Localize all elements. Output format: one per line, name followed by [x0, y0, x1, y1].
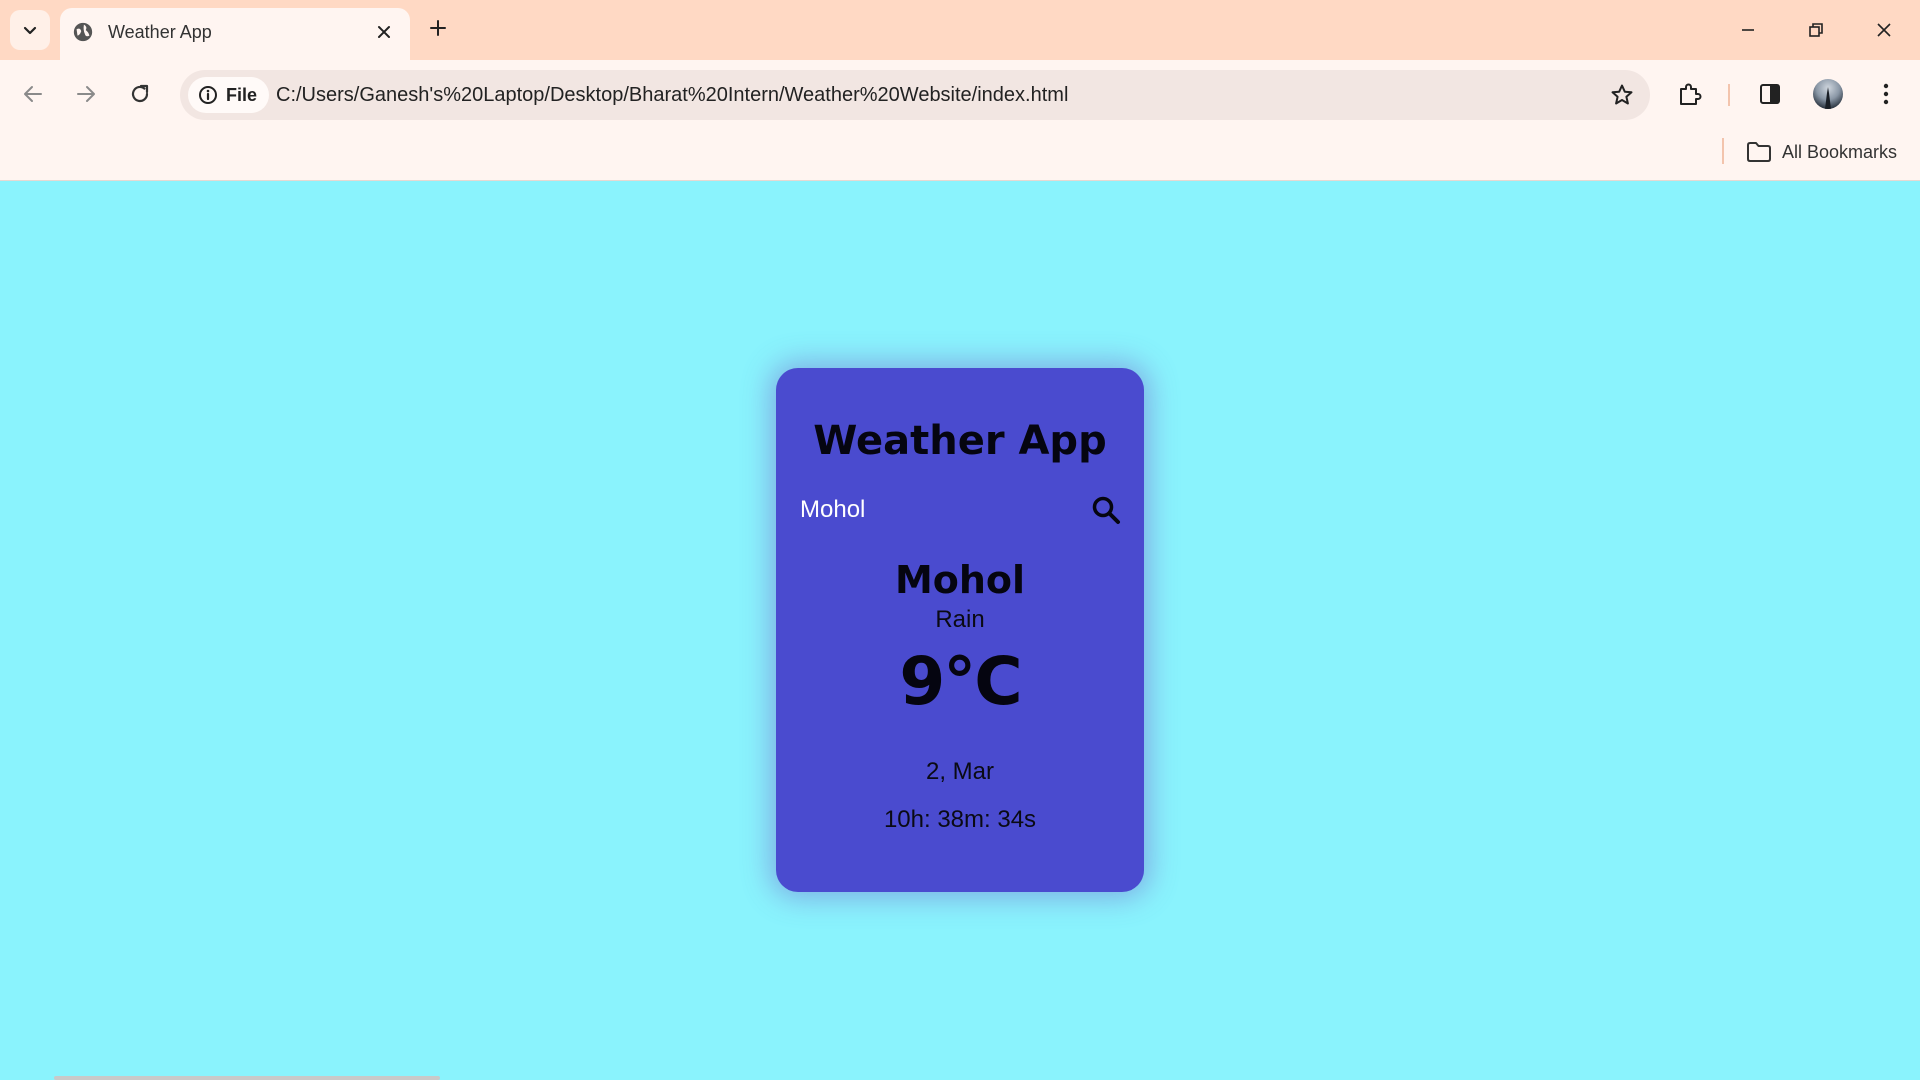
extensions-button[interactable]	[1672, 76, 1708, 112]
reload-button[interactable]	[122, 76, 158, 112]
chevron-down-icon	[23, 26, 37, 35]
arrow-left-icon	[24, 86, 42, 102]
all-bookmarks-button[interactable]: All Bookmarks	[1746, 136, 1897, 168]
tab-search-button[interactable]	[10, 10, 50, 50]
arrow-right-icon	[77, 86, 95, 102]
toolbar-separator	[1728, 84, 1730, 106]
close-icon	[378, 26, 390, 38]
site-info-button[interactable]: File	[188, 77, 270, 113]
time: 10h: 38m: 34s	[883, 806, 1037, 833]
minimize-icon	[1742, 29, 1754, 31]
city-search-input[interactable]	[796, 488, 1074, 532]
side-panel-button[interactable]	[1752, 76, 1788, 112]
puzzle-icon	[1680, 83, 1702, 105]
city-name: Mohol	[894, 558, 1026, 602]
date: 2, Mar	[925, 758, 994, 785]
minimize-button[interactable]	[1728, 10, 1768, 50]
horizontal-scrollbar[interactable]	[54, 1076, 440, 1080]
browser-toolbar: File C:/Users/Ganesh's%20Laptop/Desktop/…	[0, 60, 1920, 128]
reload-icon	[131, 84, 149, 103]
plus-icon	[430, 20, 446, 36]
restore-icon	[1809, 23, 1823, 37]
tab-weather-app[interactable]: Weather App	[60, 8, 410, 60]
weather-card: Weather App Mohol Rain 9°C 2, Mar 10h: 3…	[776, 368, 1144, 892]
browser-window: Weather App File C:/Users/Ganesh's%20Lap…	[0, 0, 1920, 1080]
globe-icon	[73, 22, 93, 42]
forward-button[interactable]	[68, 76, 104, 112]
bookmark-star-button[interactable]	[1608, 81, 1636, 109]
info-icon	[199, 86, 217, 104]
tab-title: Weather App	[108, 22, 212, 42]
tab-strip: Weather App	[0, 0, 1920, 60]
tab-close-button[interactable]	[372, 20, 396, 44]
site-info-label: File	[226, 84, 258, 105]
weather-condition: Rain	[935, 606, 985, 633]
search-bar	[796, 488, 1124, 532]
profile-photo-icon	[1825, 87, 1831, 109]
search-button[interactable]	[1088, 492, 1124, 528]
url-text[interactable]: C:/Users/Ganesh's%20Laptop/Desktop/Bhara…	[276, 84, 1068, 107]
address-bar[interactable]: File C:/Users/Ganesh's%20Laptop/Desktop/…	[180, 70, 1650, 120]
search-icon	[1092, 496, 1120, 524]
restore-button[interactable]	[1796, 10, 1836, 50]
browser-menu-button[interactable]	[1868, 76, 1904, 112]
bookmarks-separator	[1722, 138, 1724, 164]
kebab-menu-icon	[1883, 83, 1889, 105]
page-viewport: Weather App Mohol Rain 9°C 2, Mar 10h: 3…	[0, 181, 1920, 1080]
app-title: Weather App	[813, 418, 1107, 464]
close-icon	[1877, 23, 1891, 37]
new-tab-button[interactable]	[424, 14, 452, 42]
folder-icon	[1747, 142, 1771, 162]
bookmarks-bar: All Bookmarks	[0, 128, 1920, 181]
star-icon	[1611, 84, 1633, 105]
back-button[interactable]	[15, 76, 51, 112]
side-panel-icon	[1760, 84, 1780, 104]
avatar[interactable]	[1813, 79, 1843, 109]
close-window-button[interactable]	[1864, 10, 1904, 50]
all-bookmarks-label: All Bookmarks	[1782, 141, 1898, 162]
temperature: 9°C	[899, 643, 1022, 720]
